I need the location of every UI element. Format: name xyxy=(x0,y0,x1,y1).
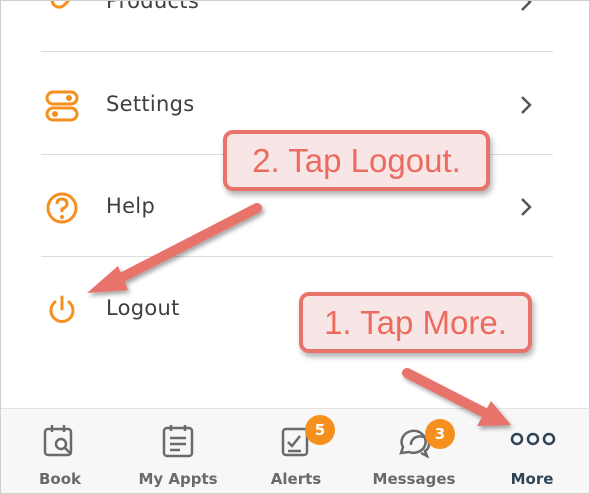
menu-item-products[interactable]: Products xyxy=(41,0,553,52)
tab-label: Book xyxy=(38,470,82,488)
chevron-right-icon xyxy=(519,1,533,12)
tab-label: Messages xyxy=(372,470,456,488)
menu-item-label: Help xyxy=(106,194,156,218)
menu-item-label: Products xyxy=(106,0,200,13)
app-screen: Products Settings Help Logout Book My Ap… xyxy=(0,0,590,494)
tag-icon xyxy=(45,1,79,20)
tab-messages[interactable]: 3 Messages xyxy=(355,409,473,493)
more-dots-icon xyxy=(509,429,557,449)
menu-item-label: Logout xyxy=(106,296,180,320)
clipboard-icon xyxy=(159,423,197,461)
tab-more[interactable]: More xyxy=(473,409,589,493)
tab-label: My Appts xyxy=(138,470,218,488)
power-icon xyxy=(45,293,79,327)
tab-my-appts[interactable]: My Appts xyxy=(119,409,237,493)
menu-item-label: Settings xyxy=(106,92,195,116)
callout-step-1: 1. Tap More. xyxy=(299,292,532,353)
bottom-tab-bar: Book My Appts 5 Alerts 3 Messages More xyxy=(1,408,589,493)
tab-alerts[interactable]: 5 Alerts xyxy=(237,409,355,493)
chevron-right-icon xyxy=(519,197,533,217)
toggle-settings-icon xyxy=(45,89,79,123)
callout-step-2: 2. Tap Logout. xyxy=(223,130,490,191)
calendar-search-icon xyxy=(41,423,79,461)
tab-label: Alerts xyxy=(270,470,322,488)
alerts-badge: 5 xyxy=(305,415,335,445)
question-circle-icon xyxy=(45,191,79,225)
chevron-right-icon xyxy=(519,95,533,115)
tab-label: More xyxy=(510,470,554,488)
messages-badge: 3 xyxy=(425,419,455,449)
tab-book[interactable]: Book xyxy=(1,409,119,493)
